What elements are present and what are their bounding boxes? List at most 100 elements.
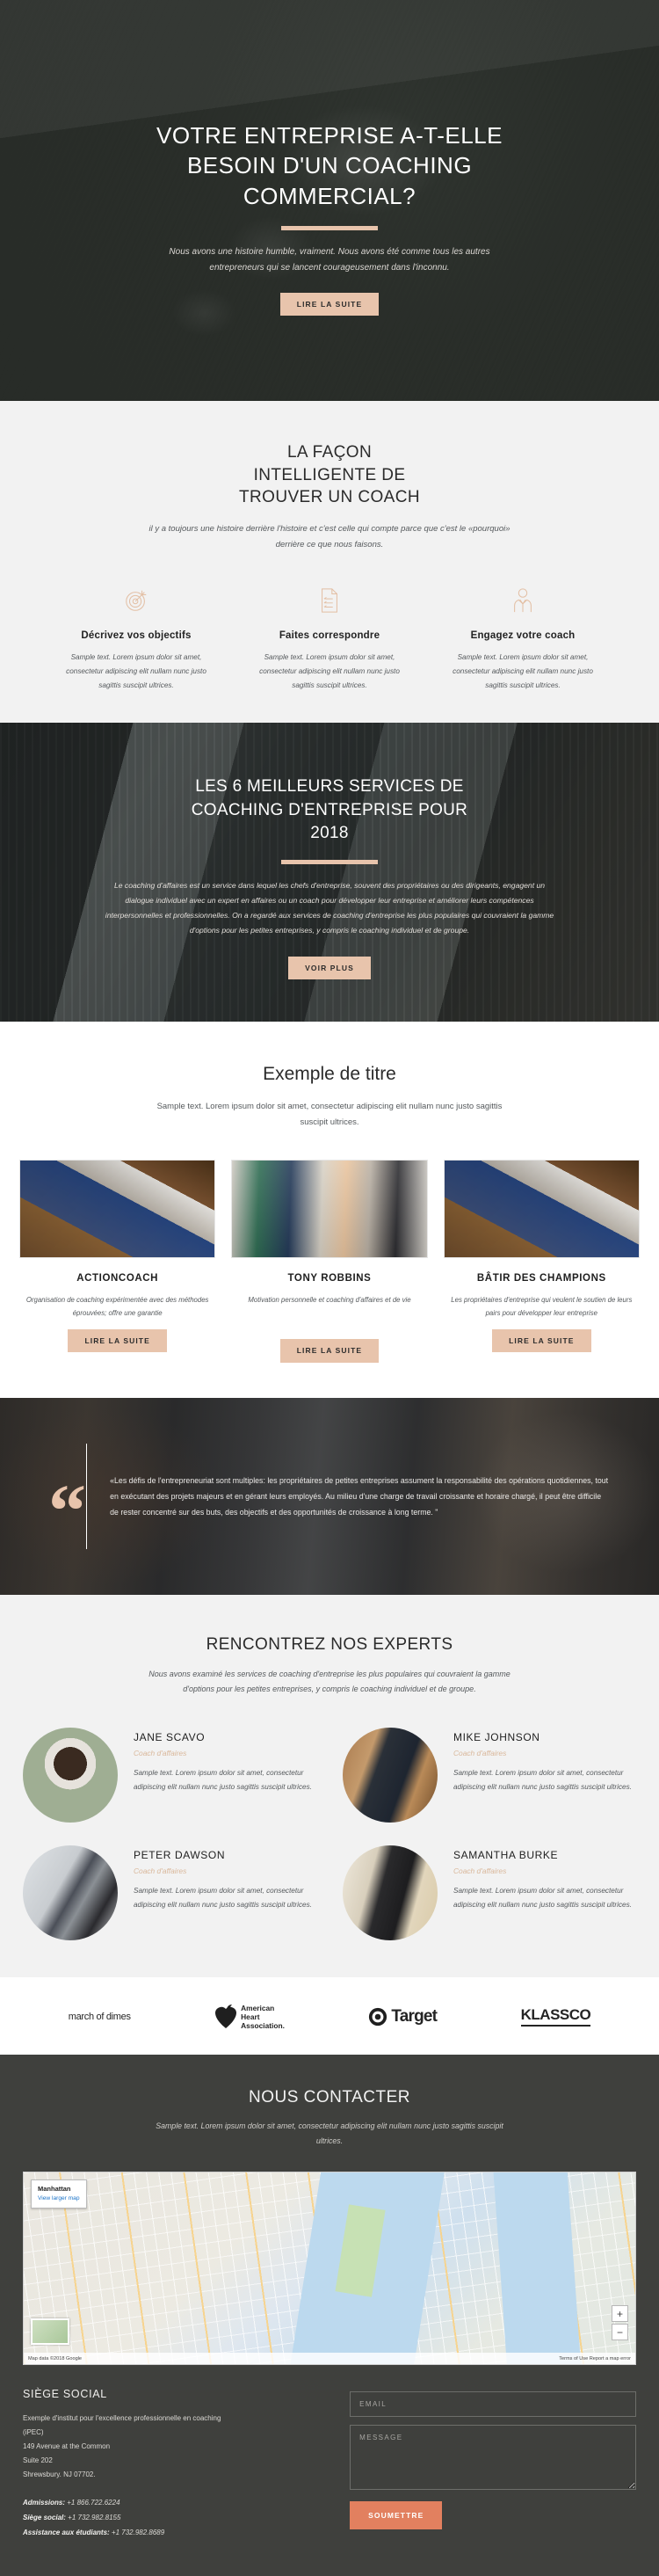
example-card-actioncoach: ACTIONCOACH Organisation de coaching exp… bbox=[19, 1160, 216, 1363]
headquarters-block: SIÈGE SOCIAL Exemple d'institut pour l'e… bbox=[23, 2388, 323, 2540]
message-field[interactable] bbox=[350, 2425, 636, 2491]
top-services-divider bbox=[281, 859, 378, 864]
expert-card-samantha-burke: SAMANTHA BURKE Coach d'affaires Sample t… bbox=[343, 1845, 636, 1940]
example-card-cta-button[interactable]: LIRE LA SUITE bbox=[492, 1328, 591, 1353]
target-logo: Target bbox=[368, 2006, 438, 2027]
target-bullseye-icon bbox=[369, 2007, 387, 2026]
experts-title: RENCONTREZ NOS EXPERTS bbox=[206, 1634, 453, 1654]
expert-text: Sample text. Lorem ipsum dolor sit amet,… bbox=[453, 1768, 632, 1792]
map-larger-link[interactable]: View larger map bbox=[38, 2194, 80, 2203]
expert-text: Sample text. Lorem ipsum dolor sit amet,… bbox=[134, 1886, 312, 1910]
aha-line-2: Heart bbox=[241, 2012, 260, 2021]
example-card-tony-robbins: TONY ROBBINS Motivation personnelle et c… bbox=[231, 1160, 428, 1363]
expert-role: Coach d'affaires bbox=[453, 1748, 507, 1757]
map-zoom-in-button[interactable]: + bbox=[612, 2305, 628, 2323]
expert-role: Coach d'affaires bbox=[134, 1748, 187, 1757]
partner-logos-section: march of dimes American Heart Associatio… bbox=[0, 1976, 659, 2055]
phone-label: Admissions: bbox=[23, 2499, 66, 2507]
hero-section: VOTRE ENTREPRISE A-T-ELLE BESOIN D'UN CO… bbox=[0, 0, 659, 401]
map-place-card[interactable]: Manhattan View larger map bbox=[31, 2179, 87, 2209]
feature-text: Sample text. Lorem ipsum dolor sit amet,… bbox=[66, 653, 206, 689]
smart-way-section: LA FAÇON INTELLIGENTE DE TROUVER UN COAC… bbox=[0, 401, 659, 723]
klassco-logo: KLASSCO bbox=[520, 2006, 591, 2027]
email-field[interactable] bbox=[350, 2391, 636, 2418]
phone-row-admissions: Admissions: +1 866.722.6224 bbox=[23, 2496, 323, 2511]
contact-body: SIÈGE SOCIAL Exemple d'institut pour l'e… bbox=[0, 2365, 659, 2575]
examples-head: Exemple de titre Sample text. Lorem ipsu… bbox=[70, 1064, 589, 1130]
contact-form: SOUMETTRE bbox=[350, 2388, 636, 2540]
features-container: Décrivez vos objectifs Sample text. Lore… bbox=[22, 583, 637, 693]
aha-line-3: Association. bbox=[241, 2020, 285, 2030]
top-services-cta-button[interactable]: VOIR PLUS bbox=[288, 956, 371, 979]
feature-title: Engagez votre coach bbox=[470, 630, 576, 642]
american-heart-association-logo: American Heart Association. bbox=[214, 2004, 285, 2030]
smart-way-title-line-2: INTELLIGENTE DE bbox=[253, 465, 406, 484]
testimonial-text: «Les défis de l'entrepreneuriat sont mul… bbox=[110, 1475, 609, 1517]
experts-lead: Nous avons examiné les services de coach… bbox=[148, 1669, 511, 1694]
hero-divider bbox=[281, 225, 378, 230]
expert-info: JANE SCAVO Coach d'affaires Sample text.… bbox=[134, 1728, 316, 1795]
hero-title: VOTRE ENTREPRISE A-T-ELLE BESOIN D'UN CO… bbox=[83, 120, 576, 212]
expert-info: PETER DAWSON Coach d'affaires Sample tex… bbox=[134, 1845, 316, 1913]
celebrating-team-photo bbox=[231, 1160, 428, 1259]
hero-content: VOTRE ENTREPRISE A-T-ELLE BESOIN D'UN CO… bbox=[83, 85, 576, 317]
experts-head: RENCONTREZ NOS EXPERTS Nous avons examin… bbox=[70, 1635, 589, 1698]
example-cards: ACTIONCOACH Organisation de coaching exp… bbox=[0, 1160, 659, 1363]
expert-card-mike-johnson: MIKE JOHNSON Coach d'affaires Sample tex… bbox=[343, 1727, 636, 1823]
example-card-cta-button[interactable]: LIRE LA SUITE bbox=[68, 1328, 167, 1353]
map-zoom-out-button[interactable]: − bbox=[612, 2324, 628, 2341]
map-place-label: Manhattan bbox=[38, 2185, 71, 2194]
examples-lead: Sample text. Lorem ipsum dolor sit amet,… bbox=[156, 1102, 503, 1127]
hero-title-line-1: VOTRE ENTREPRISE A-T-ELLE bbox=[156, 121, 503, 149]
phone-value: +1 732.982.8155 bbox=[65, 2514, 121, 2522]
google-map[interactable]: Manhattan View larger map + − Map data ©… bbox=[23, 2172, 636, 2366]
top-services-content: LES 6 MEILLEURS SERVICES DE COACHING D'E… bbox=[70, 775, 589, 979]
example-card-text: Motivation personnelle et coaching d'aff… bbox=[248, 1296, 411, 1305]
feature-title: Décrivez vos objectifs bbox=[81, 630, 192, 642]
phone-label: Assistance aux étudiants: bbox=[23, 2528, 110, 2536]
map-attribution-left: Map data ©2018 Google bbox=[28, 2355, 83, 2361]
experts-grid: JANE SCAVO Coach d'affaires Sample text.… bbox=[0, 1727, 659, 1940]
march-of-dimes-logo: march of dimes bbox=[69, 2012, 131, 2022]
examples-section: Exemple de titre Sample text. Lorem ipsu… bbox=[0, 1022, 659, 1398]
example-card-text: Les propriétaires d'entreprise qui veule… bbox=[451, 1296, 633, 1318]
march-of-dimes-label: march of dimes bbox=[68, 2011, 131, 2022]
map-attribution-right[interactable]: Terms of Use Report a map error bbox=[559, 2356, 631, 2361]
example-card-title: TONY ROBBINS bbox=[287, 1273, 372, 1284]
expert-text: Sample text. Lorem ipsum dolor sit amet,… bbox=[134, 1768, 312, 1792]
avatar bbox=[343, 1845, 438, 1940]
aha-line-1: American bbox=[241, 2003, 275, 2012]
headquarters-address: Exemple d'institut pour l'excellence pro… bbox=[23, 2412, 323, 2482]
target-icon bbox=[55, 583, 217, 618]
heart-icon bbox=[215, 2004, 237, 2028]
top-services-title-line-1: LES 6 MEILLEURS SERVICES DE bbox=[195, 776, 464, 796]
laptop-hands-photo bbox=[19, 1160, 216, 1259]
feature-item-objectives: Décrivez vos objectifs Sample text. Lore… bbox=[40, 583, 233, 693]
quote-divider-bar bbox=[86, 1443, 88, 1549]
hero-subtitle: Nous avons une histoire humble, vraiment… bbox=[169, 246, 490, 273]
logo-row: march of dimes American Heart Associatio… bbox=[0, 2004, 659, 2030]
landing-page: VOTRE ENTREPRISE A-T-ELLE BESOIN D'UN CO… bbox=[0, 0, 659, 2576]
submit-button[interactable]: SOUMETTRE bbox=[350, 2501, 443, 2530]
smart-way-title: LA FAÇON INTELLIGENTE DE TROUVER UN COAC… bbox=[88, 441, 571, 509]
expert-card-peter-dawson: PETER DAWSON Coach d'affaires Sample tex… bbox=[23, 1845, 316, 1940]
hero-cta-button[interactable]: LIRE LA SUITE bbox=[279, 292, 380, 317]
example-card-cta-button[interactable]: LIRE LA SUITE bbox=[279, 1339, 380, 1363]
target-label: Target bbox=[391, 2006, 438, 2026]
feature-text: Sample text. Lorem ipsum dolor sit amet,… bbox=[259, 653, 400, 689]
map-streetview-thumbnail[interactable] bbox=[31, 2318, 69, 2346]
expert-name: SAMANTHA BURKE bbox=[453, 1848, 559, 1861]
address-line: Shrewsbury. NJ 07702. bbox=[23, 2470, 96, 2479]
expert-name: MIKE JOHNSON bbox=[453, 1730, 540, 1743]
address-line: (iPEC) bbox=[23, 2428, 44, 2437]
avatar bbox=[23, 1845, 118, 1940]
map-attribution-bar: Map data ©2018 Google Terms of Use Repor… bbox=[24, 2353, 635, 2365]
klassco-label: KLASSCO bbox=[520, 2006, 591, 2027]
contact-section: NOUS CONTACTER Sample text. Lorem ipsum … bbox=[0, 2054, 659, 2576]
smart-way-subtitle: il y a toujours une histoire derrière l'… bbox=[148, 523, 511, 549]
feature-item-match: Faites correspondre Sample text. Lorem i… bbox=[233, 583, 426, 693]
hero-title-line-3: COMMERCIAL? bbox=[243, 183, 416, 210]
address-line: 149 Avenue at the Common bbox=[23, 2442, 111, 2451]
phone-value: +1 866.722.6224 bbox=[65, 2499, 120, 2507]
businessperson-icon bbox=[442, 583, 604, 618]
